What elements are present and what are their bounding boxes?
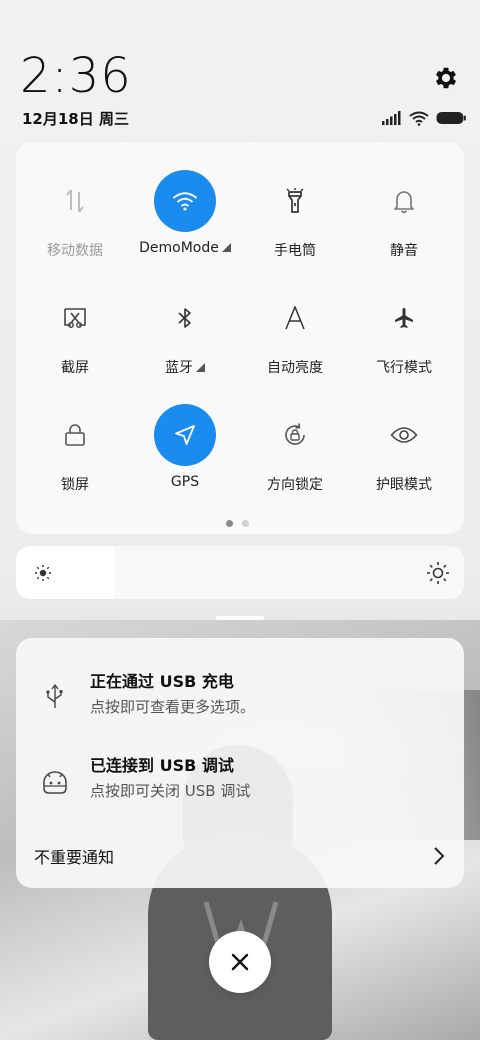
toggle-label-text: 蓝牙: [165, 360, 193, 376]
toggle-label: 护眼模式: [376, 477, 432, 493]
status-icons: [382, 109, 466, 127]
drag-handle[interactable]: [216, 616, 264, 620]
toggle-eye-protection[interactable]: 护眼模式: [349, 404, 459, 494]
toggle-auto-brightness[interactable]: 自动亮度: [240, 287, 350, 377]
rotation-lock-icon: [285, 423, 305, 445]
toggle-label: 截屏: [61, 360, 89, 376]
toggle-lock[interactable]: 锁屏: [20, 404, 130, 494]
page-indicator: [226, 520, 249, 527]
toggle-screenshot-circle: [44, 287, 106, 349]
toggle-airplane-circle: [373, 287, 435, 349]
toggle-rotation-lock[interactable]: 方向锁定: [240, 404, 350, 494]
toggle-screenshot[interactable]: 截屏: [20, 287, 130, 377]
page-dot-active[interactable]: [226, 520, 233, 527]
quick-settings-panel: 移动数据 DemoMode 手电筒 静音 截屏 蓝牙 自动亮度 飞行模式 锁屏 …: [16, 142, 464, 534]
notification-usb-charging[interactable]: 正在通过 USB 充电 点按即可查看更多选项。: [16, 668, 464, 738]
menu-triangle-icon: [196, 363, 205, 372]
gear-icon[interactable]: [432, 64, 460, 92]
brightness-fill: [16, 546, 115, 599]
mobile-data-icon: [66, 189, 84, 213]
toggle-label: 锁屏: [61, 477, 89, 493]
toggle-flashlight-circle: [264, 170, 326, 232]
toggle-label: 蓝牙: [130, 357, 240, 377]
android-icon: [43, 771, 67, 794]
battery-icon: [436, 112, 466, 124]
notification-title: 已连接到 USB 调试: [90, 756, 234, 775]
bluetooth-icon: [178, 308, 191, 328]
menu-triangle-icon: [221, 243, 231, 252]
toggle-label: 静音: [390, 243, 418, 259]
toggle-silent-circle: [373, 170, 435, 232]
usb-icon: [46, 683, 63, 708]
toggle-label: 自动亮度: [267, 360, 323, 376]
toggle-mobile-data[interactable]: 移动数据: [20, 170, 130, 260]
clock: 2:36: [20, 48, 132, 104]
toggle-label: 方向锁定: [267, 477, 323, 493]
toggle-wifi-circle: [154, 170, 216, 232]
lock-icon: [65, 424, 85, 446]
toggle-airplane[interactable]: 飞行模式: [349, 287, 459, 377]
toggle-auto-brightness-circle: [264, 287, 326, 349]
signal-icon: [382, 111, 401, 125]
date: 12月18日 周三: [22, 110, 129, 128]
auto-brightness-icon: [285, 306, 305, 330]
eye-icon: [390, 427, 418, 443]
toggle-gps[interactable]: GPS: [130, 404, 240, 490]
flashlight-icon: [286, 188, 304, 213]
chevron-right-icon[interactable]: [432, 846, 446, 866]
toggle-eye-protection-circle: [373, 404, 435, 466]
notification-subtitle: 点按即可关闭 USB 调试: [90, 782, 251, 800]
brightness-slider[interactable]: [16, 546, 464, 599]
toggle-flashlight[interactable]: 手电筒: [240, 170, 350, 260]
clear-notifications-button[interactable]: [209, 931, 271, 993]
sun-small-icon: [35, 565, 51, 581]
bell-icon: [394, 191, 414, 214]
screenshot-icon: [64, 308, 86, 328]
toggle-label: GPS: [170, 474, 200, 490]
notification-panel: 正在通过 USB 充电 点按即可查看更多选项。 已连接到 USB 调试 点按即可…: [16, 638, 464, 888]
toggle-mobile-data-circle: [44, 170, 106, 232]
toggle-bluetooth[interactable]: 蓝牙: [130, 287, 240, 377]
notification-title: 正在通过 USB 充电: [90, 672, 234, 691]
unimportant-notifications-link[interactable]: 不重要通知: [34, 844, 114, 868]
notification-subtitle: 点按即可查看更多选项。: [90, 698, 256, 716]
airplane-icon: [395, 308, 413, 328]
sun-large-icon: [427, 562, 449, 584]
toggle-bluetooth-circle: [154, 287, 216, 349]
toggle-gps-circle: [154, 404, 216, 466]
toggle-label: DemoMode: [130, 240, 240, 256]
location-arrow-icon: [175, 425, 195, 445]
wifi-icon: [409, 111, 429, 126]
toggle-label: 移动数据: [47, 243, 103, 259]
toggle-label-text: DemoMode: [139, 240, 219, 256]
toggle-rotation-lock-circle: [264, 404, 326, 466]
toggle-label: 手电筒: [274, 243, 316, 259]
toggle-silent[interactable]: 静音: [349, 170, 459, 260]
toggle-wifi[interactable]: DemoMode: [130, 170, 240, 256]
toggle-label: 飞行模式: [376, 360, 432, 376]
close-icon: [231, 953, 249, 971]
page-dot[interactable]: [242, 520, 249, 527]
wifi-icon: [172, 192, 198, 211]
toggle-lock-circle: [44, 404, 106, 466]
notification-usb-debugging[interactable]: 已连接到 USB 调试 点按即可关闭 USB 调试: [16, 752, 464, 822]
